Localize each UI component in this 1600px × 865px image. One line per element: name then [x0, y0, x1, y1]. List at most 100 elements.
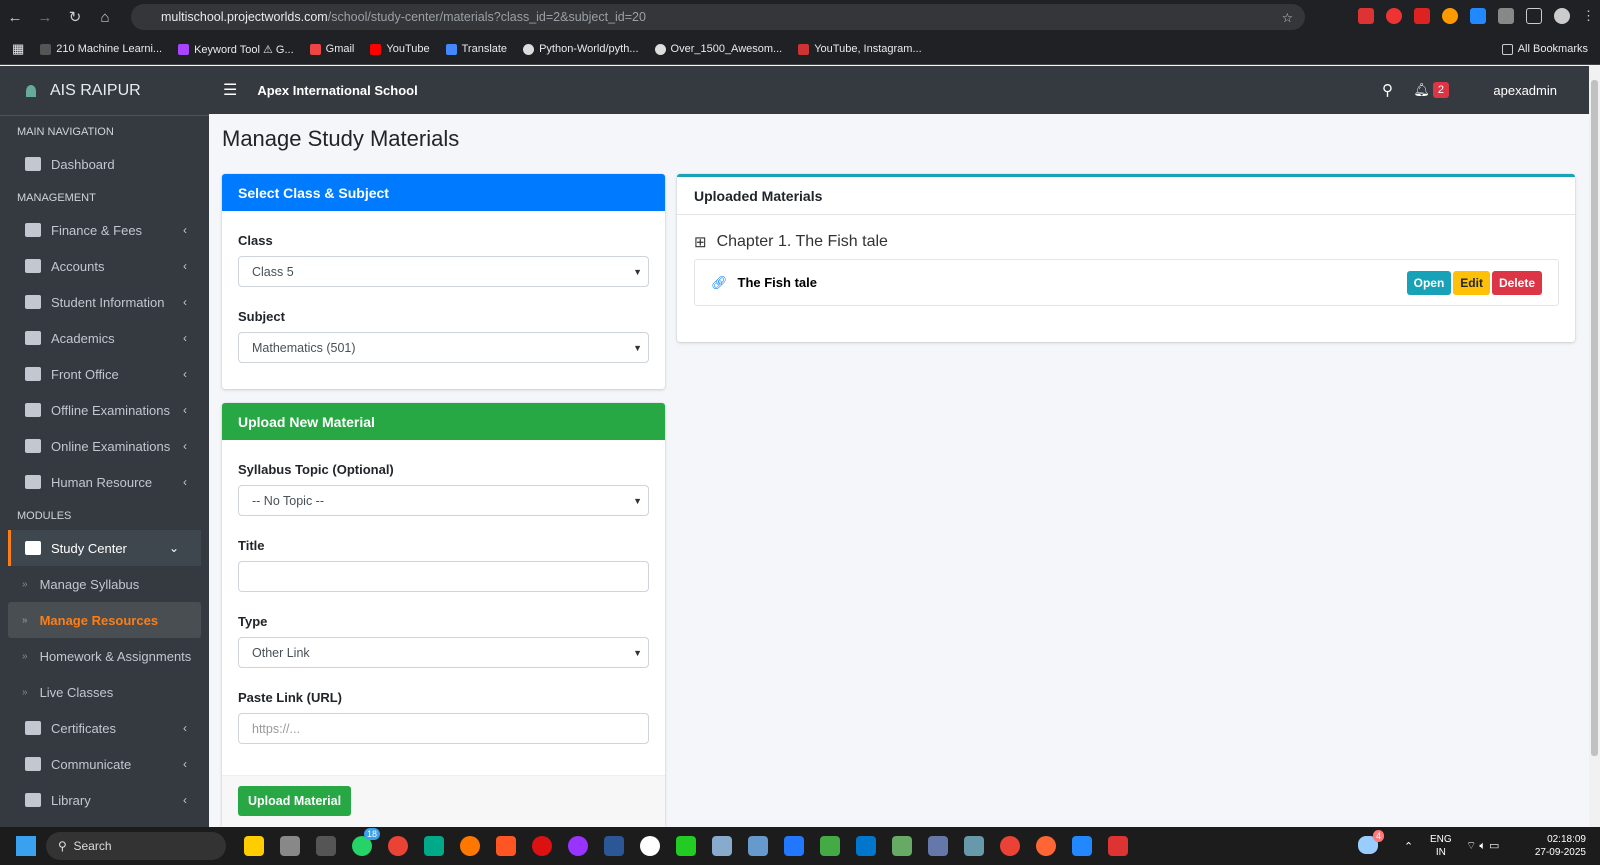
profile-icon[interactable]	[1554, 8, 1570, 24]
all-bookmarks[interactable]: All Bookmarks	[1502, 43, 1588, 55]
sidebar-subitem-manage-resources[interactable]: »Manage Resources	[8, 602, 201, 638]
chevron-left-icon: ‹	[183, 793, 187, 807]
content: Manage Study Materials Select Class & Su…	[209, 114, 1589, 827]
opera-icon[interactable]	[532, 836, 552, 856]
edit-button[interactable]: Edit	[1453, 271, 1490, 295]
open-button[interactable]: Open	[1407, 271, 1452, 295]
chevron-left-icon: ‹	[183, 757, 187, 771]
language-indicator[interactable]: ENGIN	[1430, 833, 1452, 859]
subject-select[interactable]: Mathematics (501)▼	[238, 332, 649, 363]
reload-icon[interactable]: ↻	[60, 8, 90, 26]
sidebar-item-student-information[interactable]: Student Information‹	[0, 284, 209, 320]
app-icon[interactable]	[640, 836, 660, 856]
bookmark[interactable]: YouTube, Instagram...	[798, 43, 921, 55]
type-select[interactable]: Other Link▼	[238, 637, 649, 668]
extension-icon[interactable]	[1470, 8, 1486, 24]
extension-icon[interactable]	[1498, 8, 1514, 24]
sidebar-item-front-office[interactable]: Front Office‹	[0, 356, 209, 392]
sidebar-item-academics[interactable]: Academics‹	[0, 320, 209, 356]
weather-icon[interactable]: 4	[1358, 836, 1378, 854]
app-icon[interactable]	[568, 836, 588, 856]
vscode-icon[interactable]	[856, 836, 876, 856]
app-icon[interactable]	[280, 836, 300, 856]
class-select[interactable]: Class 5▼	[238, 256, 649, 287]
sidebar-item-certificates[interactable]: Certificates‹	[0, 710, 209, 746]
search-icon[interactable]: ⚲	[1382, 81, 1393, 99]
material-item: 🔗︎ The Fish tale Open Edit Delete	[694, 259, 1559, 306]
link-input[interactable]: https://...	[238, 713, 649, 744]
topic-select[interactable]: -- No Topic --▼	[238, 485, 649, 516]
apps-icon[interactable]: ▦	[12, 41, 24, 57]
extensions-puzzle-icon[interactable]	[1526, 8, 1542, 24]
bookmark[interactable]: 210 Machine Learni...	[40, 43, 162, 55]
app-icon[interactable]	[244, 836, 264, 856]
tray-chevron-icon[interactable]: ⌃	[1404, 840, 1413, 853]
bookmark[interactable]: Keyword Tool ⚠ G...	[178, 43, 294, 56]
sidebar-item-accounts[interactable]: Accounts‹	[0, 248, 209, 284]
app-icon[interactable]	[820, 836, 840, 856]
sidebar-item-dashboard[interactable]: Dashboard	[0, 146, 209, 182]
wifi-volume-battery-icons[interactable]: ⌔ 🔈︎ ▭	[1466, 839, 1499, 853]
notifications-bell[interactable]: 🔔︎2	[1413, 82, 1449, 98]
app-icon[interactable]	[784, 836, 804, 856]
sidebar-subitem-homework[interactable]: »Homework & Assignments	[0, 638, 209, 674]
app-icon[interactable]	[1108, 836, 1128, 856]
brave-icon[interactable]	[496, 836, 516, 856]
app-icon[interactable]	[964, 836, 984, 856]
upload-material-button[interactable]: Upload Material	[238, 786, 351, 816]
menu-icon[interactable]: ⋮	[1582, 8, 1590, 24]
extension-icon[interactable]	[1386, 8, 1402, 24]
hamburger-icon[interactable]: ☰	[223, 80, 237, 100]
firefox-icon[interactable]	[460, 836, 480, 856]
sidebar-item-offline-exams[interactable]: Offline Examinations‹	[0, 392, 209, 428]
app-icon[interactable]	[892, 836, 912, 856]
app-icon[interactable]	[316, 836, 336, 856]
sidebar-subitem-live-classes[interactable]: »Live Classes	[0, 674, 209, 710]
bookmark[interactable]: YouTube	[370, 43, 429, 55]
star-icon[interactable]: ☆	[1282, 10, 1293, 25]
app-icon[interactable]	[748, 836, 768, 856]
user-menu[interactable]: apexadmin	[1493, 83, 1557, 98]
home-icon[interactable]: ⌂	[90, 9, 120, 26]
material-name[interactable]: The Fish tale	[738, 275, 817, 290]
section-header: MODULES	[0, 500, 209, 530]
book-icon	[25, 793, 41, 807]
sidebar-item-online-exams[interactable]: Online Examinations‹	[0, 428, 209, 464]
whatsapp-icon[interactable]: 18	[352, 836, 372, 856]
address-bar[interactable]: multischool.projectworlds.com/school/stu…	[131, 4, 1305, 30]
extension-icon[interactable]	[1442, 8, 1458, 24]
browser-toolbar: ← → ↻ ⌂ multischool.projectworlds.com/sc…	[0, 0, 1600, 34]
back-icon[interactable]: ←	[0, 9, 30, 26]
windows-start-icon[interactable]	[16, 836, 36, 856]
extension-icon[interactable]	[1358, 8, 1374, 24]
taskbar-search[interactable]: ⚲ Search	[46, 832, 226, 860]
pycharm-icon[interactable]	[676, 836, 696, 856]
extension-icon[interactable]	[1414, 8, 1430, 24]
sidebar-item-study-center[interactable]: Study Center⌄	[8, 530, 201, 566]
sidebar-subitem-manage-syllabus[interactable]: »Manage Syllabus	[0, 566, 209, 602]
app-icon[interactable]	[1072, 836, 1092, 856]
chrome-icon[interactable]	[1000, 836, 1020, 856]
sidebar-item-communicate[interactable]: Communicate‹	[0, 746, 209, 782]
bookmark[interactable]: Gmail	[310, 43, 355, 55]
forward-icon[interactable]: →	[30, 9, 60, 26]
sidebar-item-library[interactable]: Library‹	[0, 782, 209, 818]
delete-button[interactable]: Delete	[1492, 271, 1542, 295]
sidebar-item-finance[interactable]: Finance & Fees‹	[0, 212, 209, 248]
clock[interactable]: 02:18:0927-09-2025	[1535, 833, 1586, 859]
sidebar-item-human-resource[interactable]: Human Resource‹	[0, 464, 209, 500]
page-scrollbar[interactable]	[1589, 66, 1600, 827]
bookmark[interactable]: Python-World/pyth...	[523, 43, 638, 55]
sitemap-icon: ⊞	[694, 233, 707, 251]
title-input[interactable]	[238, 561, 649, 592]
bookmark[interactable]: Over_1500_Awesom...	[655, 43, 783, 55]
app-icon[interactable]	[928, 836, 948, 856]
word-icon[interactable]	[604, 836, 624, 856]
edge-icon[interactable]	[424, 836, 444, 856]
app-icon[interactable]	[712, 836, 732, 856]
bookmark[interactable]: Translate	[446, 43, 507, 55]
brand[interactable]: AIS RAIPUR	[0, 66, 209, 116]
app-icon[interactable]	[1036, 836, 1056, 856]
chrome-icon[interactable]	[388, 836, 408, 856]
chevron-left-icon: ‹	[183, 295, 187, 309]
